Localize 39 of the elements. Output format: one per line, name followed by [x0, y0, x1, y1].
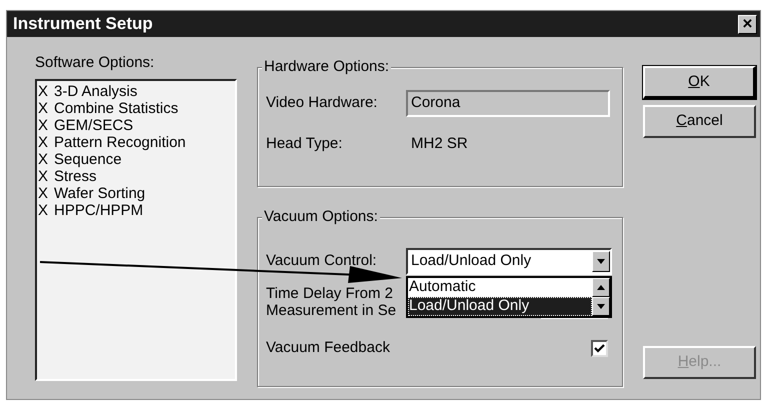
option-mark: X: [38, 151, 50, 168]
group-label: Hardware Options:: [262, 58, 392, 76]
option-label[interactable]: Sequence: [54, 151, 122, 168]
option-mark: X: [38, 117, 50, 134]
option-mark: X: [38, 202, 50, 219]
option-label[interactable]: Stress: [54, 168, 97, 185]
option-mark: X: [38, 100, 50, 117]
window-title: Instrument Setup: [13, 13, 153, 36]
video-hardware-field[interactable]: Corona: [406, 90, 610, 117]
option-mark: X: [38, 185, 50, 202]
close-button[interactable]: ×: [738, 14, 757, 34]
dropdown-item[interactable]: Automatic: [408, 278, 592, 297]
option-mark: X: [38, 134, 50, 151]
option-label[interactable]: Pattern Recognition: [54, 134, 186, 151]
group-label: Vacuum Options:: [262, 208, 380, 226]
dialog-button[interactable]: OK: [643, 66, 756, 99]
option-label[interactable]: Combine Statistics: [54, 100, 178, 117]
checkmark-icon: [594, 344, 605, 353]
software-options-list[interactable]: X 3-D Analysis X Combine Statistics X GEM/SECS X Pattern Recognition X Sequence X Stress X Wafer Sorting X HPPC/HPPM: [35, 79, 237, 381]
option-label[interactable]: HPPC/HPPM: [54, 202, 144, 219]
scroll-bar[interactable]: [592, 278, 610, 316]
head-type-value: MH2 SR: [410, 134, 469, 154]
field-label: Video Hardware:: [266, 93, 378, 114]
list-label: Software Options:: [35, 53, 156, 73]
option-label[interactable]: GEM/SECS: [54, 117, 134, 134]
option-label[interactable]: 3-D Analysis: [54, 83, 138, 100]
field-label: Head Type:: [266, 134, 344, 154]
checkbox-label: Vacuum Feedback: [266, 338, 390, 358]
dialog-button[interactable]: Cancel: [643, 105, 756, 138]
field-label: Vacuum Control:: [266, 251, 378, 272]
option-mark: X: [38, 168, 50, 185]
scroll-up-icon[interactable]: [592, 278, 610, 297]
vacuum-feedback-checkbox[interactable]: [591, 340, 608, 357]
field-label: Time Delay From 2: [266, 285, 393, 302]
field-label: Measurement in Se: [266, 302, 396, 319]
option-label[interactable]: Wafer Sorting: [54, 185, 146, 202]
option-mark: X: [38, 83, 50, 100]
scroll-down-icon[interactable]: [592, 297, 610, 316]
dropdown-item[interactable]: Load/Unload Only: [408, 297, 592, 316]
